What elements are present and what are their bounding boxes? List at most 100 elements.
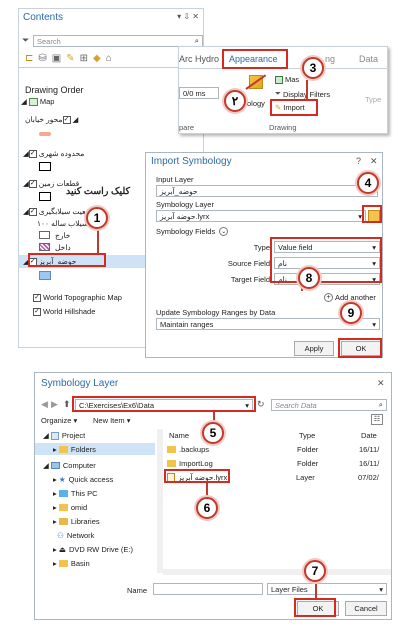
- list-by-labeling-icon[interactable]: ◆: [93, 53, 101, 64]
- layer-checkbox[interactable]: ✓: [62, 115, 71, 124]
- symbology-layer-field[interactable]: حوضه آبریز.lyrx ▾: [156, 210, 366, 222]
- zoom-input[interactable]: 0/0 ms: [179, 87, 219, 99]
- highlight-import-ok: [338, 338, 382, 358]
- star-icon: ★: [58, 475, 66, 484]
- search-icon: ⌕: [378, 400, 383, 409]
- nav-scrollbar[interactable]: [157, 429, 163, 573]
- layer-checkbox[interactable]: ✓: [33, 293, 41, 302]
- collapse-icon[interactable]: ⌄: [219, 227, 229, 236]
- highlight-path-bar: [72, 396, 256, 412]
- project-icon: [50, 431, 59, 440]
- marker-7-leader: [315, 584, 317, 598]
- close-icon[interactable]: ✕: [370, 156, 378, 167]
- pane-controls[interactable]: ▾ ⇩ ✕: [177, 12, 199, 21]
- mask-icon: [275, 75, 283, 84]
- toolbar-divider: [19, 67, 199, 68]
- nav-item-network[interactable]: ⚇ Network: [53, 531, 94, 540]
- add-another-button[interactable]: + Add another: [324, 293, 376, 302]
- column-header-date[interactable]: Date: [361, 431, 377, 440]
- apply-button[interactable]: Apply: [294, 341, 334, 356]
- nav-pane: ◢ Project ▸ Folders ◢ Computer ▸ ★ Quick …: [35, 429, 155, 573]
- list-by-editing-icon[interactable]: ✎: [66, 53, 74, 64]
- nav-item-folders[interactable]: ▸ Folders: [53, 445, 96, 454]
- source-field-label: Source Field: [227, 259, 270, 268]
- layer-checkbox[interactable]: ✓: [33, 307, 41, 316]
- inside-label: داخل: [55, 243, 71, 252]
- tree-row-flood-status[interactable]: ◢ ✓ وضعیت سیلابگیری: [23, 207, 96, 216]
- column-header-type[interactable]: Type: [299, 431, 315, 440]
- type-button[interactable]: Type: [365, 95, 381, 104]
- cancel-button[interactable]: Cancel: [345, 601, 387, 616]
- symbology-layer-label: Symbology Layer: [156, 200, 214, 209]
- file-list-scrollbar[interactable]: [163, 569, 391, 575]
- chevron-down-icon: ▾: [372, 319, 376, 329]
- outside-swatch: [39, 231, 50, 239]
- list-by-drawing-order-icon[interactable]: ⊏: [25, 53, 33, 64]
- symbology-label: ology: [247, 99, 265, 108]
- file-name-input[interactable]: [153, 583, 263, 595]
- pc-icon: [58, 490, 68, 497]
- nav-item-quick-access[interactable]: ▸ ★ Quick access: [53, 475, 113, 484]
- layer-checkbox[interactable]: ✓: [28, 179, 37, 188]
- up-icon[interactable]: ⬆: [63, 399, 71, 410]
- list-by-snapping-icon[interactable]: ⊞: [80, 53, 88, 64]
- map-icon: [28, 97, 38, 106]
- column-header-name[interactable]: Name: [169, 431, 189, 440]
- nav-item-omid[interactable]: ▸ omid: [53, 503, 87, 512]
- step-marker-8: 8: [298, 267, 320, 289]
- step-marker-7: 7: [304, 560, 326, 582]
- list-by-source-icon[interactable]: ⛁: [38, 53, 46, 64]
- symbology-fields-label: Symbology Fields ⌄: [156, 227, 229, 236]
- nav-item-computer[interactable]: ◢ Computer: [43, 461, 96, 470]
- tab-arc-hydro[interactable]: Arc Hydro: [179, 54, 219, 64]
- file-row[interactable]: .backups Folder 16/11/: [167, 445, 393, 454]
- inside-swatch: [39, 243, 50, 251]
- basin-swatch: [39, 271, 51, 280]
- input-layer-label: Input Layer: [156, 175, 194, 184]
- drawing-order-heading: Drawing Order: [25, 85, 84, 95]
- display-filters-button[interactable]: ⏷ Display Filters: [275, 89, 330, 99]
- help-icon[interactable]: ?: [356, 156, 361, 166]
- list-by-charts-icon[interactable]: ⌂: [106, 53, 112, 64]
- new-item-menu[interactable]: New Item ▾: [93, 416, 131, 425]
- file-type-filter[interactable]: Layer Files ▾: [267, 583, 387, 595]
- highlight-field-selects: [270, 237, 382, 283]
- chevron-down-icon: ▾: [379, 584, 383, 594]
- nav-item-this-pc[interactable]: ▸ This PC: [53, 489, 98, 498]
- marker-6-leader: [206, 483, 208, 498]
- search-input[interactable]: Search Data ⌕: [271, 399, 387, 411]
- close-icon[interactable]: ✕: [377, 378, 385, 389]
- tab-labeling[interactable]: ng: [325, 54, 335, 64]
- tree-row-topo[interactable]: ✓ World Topographic Map: [33, 293, 122, 302]
- tree-row-hillshade[interactable]: ✓ World Hillshade: [33, 307, 95, 316]
- step-marker-5: 5: [202, 422, 224, 444]
- step-marker-2: ۲: [224, 90, 246, 112]
- folder-icon: [167, 460, 176, 467]
- organize-menu[interactable]: Organize ▾: [41, 416, 77, 425]
- filter-icon[interactable]: ⏷: [22, 35, 29, 46]
- list-by-selection-icon[interactable]: ▣: [52, 53, 61, 64]
- input-layer-field[interactable]: حوضه_آبریز: [156, 185, 378, 197]
- nav-item-project[interactable]: ◢ Project: [43, 431, 85, 440]
- library-icon: [58, 518, 68, 525]
- highlight-basin-layer: [28, 253, 106, 267]
- update-ranges-label: Update Symbology Ranges by Data: [156, 308, 276, 317]
- mask-button[interactable]: Mas: [275, 75, 299, 84]
- forward-icon[interactable]: ▶: [51, 399, 58, 410]
- nav-item-dvd-drive[interactable]: ▸ ⏏ DVD RW Drive (E:): [53, 545, 133, 554]
- nav-item-libraries[interactable]: ▸ Libraries: [53, 517, 100, 526]
- layer-checkbox[interactable]: ✓: [28, 149, 37, 158]
- step-marker-9: 9: [340, 302, 362, 324]
- file-row[interactable]: ImportLog Folder 16/11/: [167, 459, 393, 468]
- back-icon[interactable]: ◀: [41, 399, 48, 410]
- tab-data[interactable]: Data: [359, 54, 378, 64]
- refresh-icon[interactable]: ↻: [257, 399, 265, 410]
- add-icon: +: [324, 293, 333, 302]
- view-icon[interactable]: ☷: [371, 414, 383, 425]
- tree-row-street-axis[interactable]: ◢ ✓ محور خیابان: [25, 115, 78, 124]
- layer-checkbox[interactable]: ✓: [28, 207, 37, 216]
- tree-row-city-limit[interactable]: ◢ ✓ محدوده شهری: [23, 149, 84, 158]
- tree-row-map[interactable]: ◢ Map: [21, 97, 54, 106]
- nav-item-basin[interactable]: ▸ Basin: [53, 559, 90, 568]
- outside-label: خارج: [55, 231, 71, 240]
